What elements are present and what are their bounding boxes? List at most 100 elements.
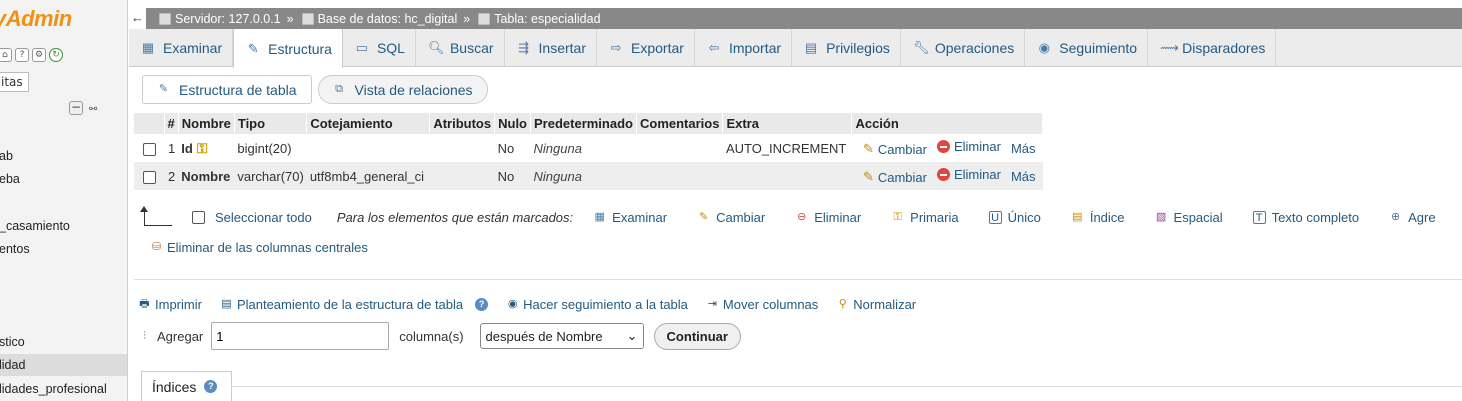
delete-label: Eliminar bbox=[953, 167, 1001, 182]
subtab-relation-view[interactable]: ⧉ Vista de relaciones bbox=[317, 75, 488, 104]
row-checkbox-cell bbox=[134, 162, 164, 190]
col-header[interactable]: Extra bbox=[722, 113, 853, 134]
column-name: Id bbox=[181, 140, 193, 156]
delete-label: Eliminar bbox=[953, 139, 1001, 154]
change-label: Cambiar bbox=[877, 169, 927, 185]
more-actions-link[interactable]: Más bbox=[1011, 141, 1036, 156]
tab-exportar[interactable]: ⇨ Exportar bbox=[597, 29, 695, 67]
bulk-index-action[interactable]: ▤ Índice bbox=[1071, 210, 1124, 225]
main-tabs: ▦ Examinar ✎ Estructura ▭ SQL 🔍︎ Buscar ⇶ Inserta… bbox=[129, 29, 1462, 68]
bulk-spatial-action[interactable]: ▧ Espacial bbox=[1155, 210, 1223, 225]
bulk-action-label: Texto completo bbox=[1271, 210, 1360, 225]
structure-links: 🖶 Imprimir ▤ Planteamiento de la estruct… bbox=[138, 297, 926, 312]
reload-icon[interactable]: ↻ bbox=[49, 48, 63, 62]
col-header[interactable]: Comentarios bbox=[636, 113, 724, 134]
col-header[interactable]: Nulo bbox=[494, 113, 531, 134]
primary-icon: ⚿ bbox=[893, 211, 902, 223]
sidebar-item-table[interactable]: stico bbox=[0, 335, 25, 349]
print-link[interactable]: 🖶 Imprimir bbox=[138, 297, 202, 312]
tab-label: Insertar bbox=[538, 40, 587, 56]
tab-seguimiento[interactable]: ◉ Seguimiento bbox=[1025, 29, 1149, 67]
move-columns-icon: ⇥ bbox=[707, 298, 718, 310]
change-column-link[interactable]: ✎ Cambiar bbox=[863, 169, 927, 185]
select-all-checkbox[interactable] bbox=[192, 211, 205, 224]
tab-buscar[interactable]: 🔍︎ Buscar bbox=[416, 29, 505, 67]
col-header[interactable]: Tipo bbox=[234, 113, 308, 134]
row-checkbox[interactable] bbox=[143, 170, 156, 184]
sidebar-item-table[interactable]: eba bbox=[0, 172, 20, 186]
table-icon bbox=[478, 12, 491, 25]
bulk-action-label: Examinar bbox=[612, 210, 668, 225]
bulk-unique-action[interactable]: U Único bbox=[988, 210, 1041, 225]
tab-label: Disparadores bbox=[1182, 40, 1266, 56]
add-label: Agregar bbox=[157, 328, 204, 344]
bulk-fulltext-action[interactable]: T Texto completo bbox=[1252, 210, 1360, 225]
tab-estructura[interactable]: ✎ Estructura bbox=[233, 29, 343, 68]
cell-type: varchar(70) bbox=[234, 162, 307, 190]
tab-sql[interactable]: ▭ SQL bbox=[343, 29, 416, 67]
column-count-input[interactable] bbox=[211, 322, 390, 350]
docs-icon[interactable]: ? bbox=[15, 48, 29, 62]
bulk-action-label: Único bbox=[1007, 210, 1041, 225]
column-position-select[interactable]: después de Nombre ⌄ bbox=[479, 323, 644, 349]
bulk-delete-action[interactable]: ⊖ Eliminar bbox=[795, 210, 861, 225]
bulk-browse-action[interactable]: ▦ Examinar bbox=[593, 210, 667, 225]
tab-label: Buscar bbox=[449, 40, 494, 56]
sidebar-item-table[interactable]: ab bbox=[0, 149, 13, 163]
cell-null: No bbox=[497, 140, 515, 156]
tab-privilegios[interactable]: ▤ Privilegios bbox=[792, 29, 901, 67]
cell-extra bbox=[722, 162, 852, 190]
help-icon[interactable]: ? bbox=[204, 380, 218, 393]
col-header: Acción bbox=[851, 113, 1044, 134]
bulk-actions-row: Seleccionar todo Para los elementos que … bbox=[192, 210, 1436, 225]
tab-disparadores[interactable]: ⟿ Disparadores bbox=[1148, 29, 1277, 67]
tab-operaciones[interactable]: 🔧︎ Operaciones bbox=[901, 29, 1026, 67]
normalize-link[interactable]: ⚲ Normalizar bbox=[836, 297, 916, 312]
breadcrumb-database[interactable]: Base de datos: hc_digital bbox=[301, 12, 457, 26]
select-all-label[interactable]: Seleccionar todo bbox=[215, 210, 312, 225]
cell-extra: AUTO_INCREMENT bbox=[725, 140, 847, 156]
continue-button[interactable]: Continuar bbox=[653, 322, 741, 350]
tab-examinar[interactable]: ▦ Examinar bbox=[129, 29, 234, 67]
indices-fieldset-legend[interactable]: Índices ? bbox=[141, 371, 232, 401]
home-icon[interactable]: ⌂ bbox=[0, 48, 12, 62]
relation-icon: ⧉ bbox=[335, 83, 343, 95]
remove-central-columns-link[interactable]: ⛁ Eliminar de las columnas centrales bbox=[150, 240, 368, 255]
sidebar-item-table[interactable]: lidades_profesional bbox=[0, 382, 107, 396]
move-columns-link[interactable]: ⇥ Mover columnas bbox=[706, 297, 818, 312]
col-header[interactable]: Predeterminado bbox=[530, 113, 637, 134]
col-header[interactable]: Cotejamiento bbox=[306, 113, 431, 134]
change-label: Cambiar bbox=[877, 141, 927, 157]
track-table-link[interactable]: ◉ Hacer seguimiento a la tabla bbox=[506, 297, 688, 312]
delete-column-link[interactable]: Eliminar bbox=[936, 139, 1001, 154]
delete-column-link[interactable]: Eliminar bbox=[936, 167, 1001, 182]
collapse-all-icon[interactable]: − bbox=[69, 101, 83, 115]
sidebar-item-table[interactable]: _casamiento bbox=[0, 219, 70, 233]
breadcrumb-bar: ← Servidor: 127.0.0.1 » Base de datos: h… bbox=[129, 8, 1462, 29]
tab-importar[interactable]: ⇦ Importar bbox=[695, 29, 793, 67]
gear-icon[interactable]: ⚙ bbox=[32, 48, 46, 62]
col-header[interactable]: Nombre bbox=[178, 113, 235, 134]
sidebar-filter-box[interactable]: itas bbox=[0, 72, 29, 92]
sidebar-item-table[interactable]: entos bbox=[0, 242, 30, 256]
bulk-primary-action[interactable]: ⚿ Primaria bbox=[891, 210, 958, 225]
col-header[interactable]: # bbox=[164, 113, 179, 134]
back-arrow-icon[interactable]: ← bbox=[129, 8, 147, 29]
link-icon[interactable]: ⚯ bbox=[89, 104, 97, 115]
change-column-link[interactable]: ✎ Cambiar bbox=[863, 141, 927, 157]
tab-insertar[interactable]: ⇶ Insertar bbox=[505, 29, 598, 67]
col-header[interactable]: Atributos bbox=[429, 113, 496, 134]
sidebar-item-table[interactable]: lidad bbox=[0, 354, 127, 376]
plan-structure-link[interactable]: ▤ Planteamiento de la estructura de tabl… bbox=[220, 297, 489, 312]
help-icon[interactable]: ? bbox=[475, 298, 489, 311]
subtab-table-structure[interactable]: ✎ Estructura de tabla bbox=[142, 75, 312, 104]
row-checkbox-cell bbox=[134, 134, 164, 162]
phpmyadmin-logo[interactable]: yAdmin bbox=[0, 6, 72, 32]
tab-label: Exportar bbox=[631, 40, 684, 56]
breadcrumb-table[interactable]: Tabla: especialidad bbox=[478, 12, 601, 26]
breadcrumb-server[interactable]: Servidor: 127.0.0.1 bbox=[159, 12, 281, 26]
bulk-add-central-action[interactable]: ⊕ Agre bbox=[1389, 210, 1436, 225]
more-actions-link[interactable]: Más bbox=[1011, 169, 1036, 184]
row-checkbox[interactable] bbox=[143, 142, 156, 156]
bulk-change-action[interactable]: ✎ Cambiar bbox=[697, 210, 765, 225]
